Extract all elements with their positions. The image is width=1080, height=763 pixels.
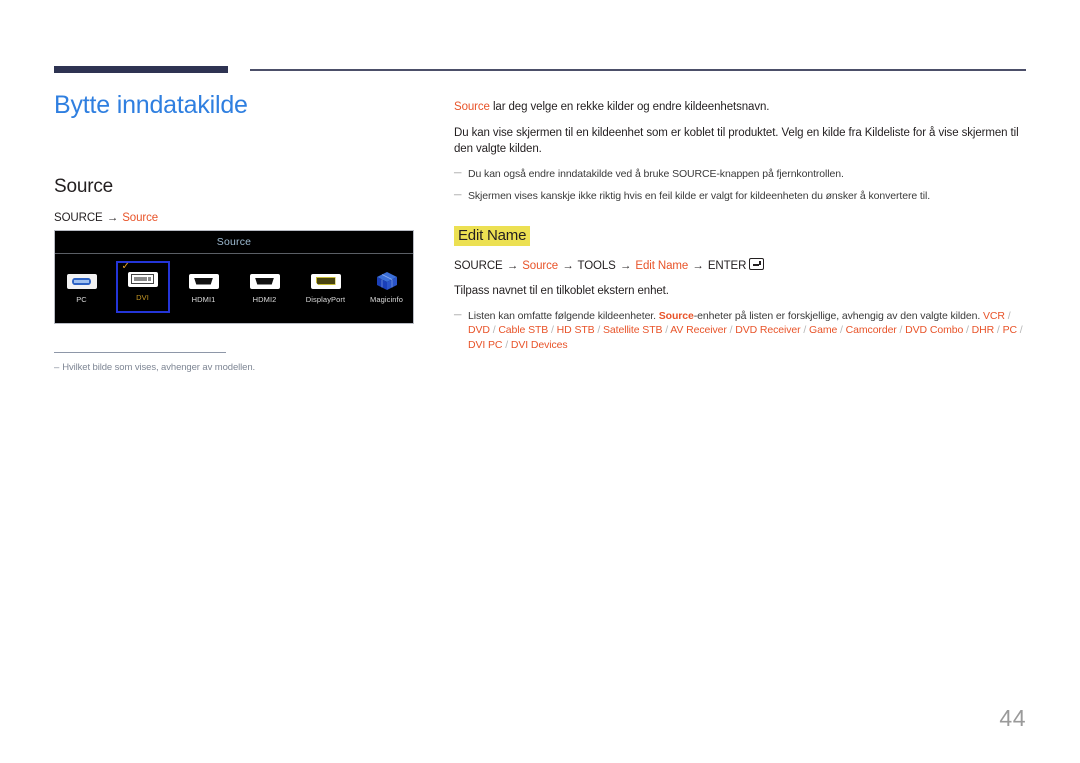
- enter-key-icon: [749, 257, 765, 270]
- note-item-1: ─ Du kan også endre inndatakilde ved å br…: [454, 167, 1026, 181]
- device-separator: /: [726, 324, 736, 337]
- edit-name-heading: Edit Name: [454, 225, 531, 246]
- source-item-pc[interactable]: PC: [57, 263, 107, 304]
- source-item-label: DVI: [136, 293, 149, 302]
- magicinfo-cube-icon: [362, 271, 412, 291]
- note-dash-icon: ─: [454, 188, 462, 201]
- footnote-dash-icon: –: [54, 362, 60, 373]
- source-item-magicinfo[interactable]: Magicinfo: [362, 263, 412, 304]
- footnote-text: Hvilket bilde som vises, avhenger av mod…: [62, 362, 256, 373]
- device-separator: /: [896, 324, 906, 337]
- device-name: DVD Receiver: [735, 324, 801, 337]
- note-dash-icon: ─: [454, 167, 462, 180]
- list-note-part2: -enheter på listen er forskjellige, avhe…: [693, 309, 981, 322]
- breadcrumb-enter: ENTER: [707, 259, 747, 272]
- source-item-label: HDMI1: [191, 295, 216, 304]
- intro-paragraph: Source lar deg velge en rekke kilder og …: [454, 99, 1026, 116]
- device-name: DVD: [468, 324, 490, 337]
- check-icon: ✓: [121, 261, 130, 272]
- device-separator: /: [1016, 324, 1023, 337]
- breadcrumb-arrow-icon: →: [619, 259, 632, 272]
- breadcrumb-edit-name: Edit Name: [635, 259, 689, 272]
- device-name: DHR: [971, 324, 995, 337]
- source-item-displayport[interactable]: DisplayPort: [301, 263, 351, 304]
- device-name: Camcorder: [845, 324, 897, 337]
- intro-accent-term: Source: [454, 101, 490, 113]
- breadcrumb-source-menu: Source: [522, 259, 559, 272]
- hdmi-plug-icon: [240, 271, 290, 291]
- header-divider-line: [250, 69, 1026, 71]
- note-text: Skjermen vises kanskje ikke riktig hvis …: [468, 189, 931, 202]
- device-separator: /: [548, 324, 557, 337]
- device-separator: /: [800, 324, 810, 337]
- device-name: Cable STB: [498, 324, 549, 337]
- breadcrumb-target: Source: [122, 211, 159, 224]
- note-item-2: ─ Skjermen vises kanskje ikke riktig hvis…: [454, 189, 1026, 203]
- hdmi-plug-icon: [179, 271, 229, 291]
- page-number: 44: [999, 705, 1026, 731]
- list-note-part1: Listen kan omfatte følgende kildeenheter…: [468, 309, 659, 322]
- note-item-3: ─ Listen kan omfatte følgende kildeenhete…: [454, 309, 1026, 353]
- source-item-dvi[interactable]: ✓ DVI: [115, 261, 170, 313]
- device-separator: /: [594, 324, 604, 337]
- device-separator: /: [963, 324, 972, 337]
- source-item-label: Magicinfo: [370, 295, 403, 304]
- edit-name-breadcrumb: SOURCE → Source → TOOLS → Edit Name → EN…: [454, 257, 1026, 272]
- breadcrumb-tools: TOOLS: [577, 259, 616, 272]
- osd-title: Source: [55, 231, 413, 254]
- source-item-label: DisplayPort: [305, 295, 346, 304]
- device-name: Satellite STB: [603, 324, 663, 337]
- device-name: AV Receiver: [670, 324, 727, 337]
- list-note-accent: Source: [658, 309, 694, 322]
- right-column: Source lar deg velge en rekke kilder og …: [454, 99, 1026, 360]
- page-title: Bytte inndatakilde: [54, 91, 248, 119]
- device-name: DVI PC: [468, 339, 503, 352]
- device-name: DVD Combo: [905, 324, 964, 337]
- source-item-label: PC: [76, 295, 87, 304]
- header-accent-bar: [54, 66, 228, 73]
- menu-path-breadcrumb: SOURCE → Source: [54, 212, 434, 224]
- device-name: DVI Devices: [510, 339, 568, 352]
- osd-source-list: PC ✓ DVI HDMI1 HDMI2 DisplayPort Magicin…: [55, 254, 413, 313]
- breadcrumb-arrow-icon: →: [562, 259, 574, 272]
- source-item-hdmi2[interactable]: HDMI2: [240, 263, 290, 304]
- device-name: Game: [809, 324, 838, 337]
- device-separator: /: [837, 324, 846, 337]
- breadcrumb-arrow-icon: →: [106, 211, 119, 224]
- left-column: Bytte inndatakilde Source SOURCE → Sourc…: [54, 91, 434, 224]
- footnote-divider: [54, 352, 226, 353]
- breadcrumb-root: SOURCE: [54, 211, 103, 224]
- device-name: PC: [1002, 324, 1017, 337]
- description-paragraph: Du kan vise skjermen til en kildeenhet s…: [454, 126, 1019, 156]
- vga-plug-icon: [57, 271, 107, 291]
- breadcrumb-arrow-icon: →: [692, 259, 704, 272]
- footnote: – Hvilket bilde som vises, avhenger av mo…: [54, 362, 434, 373]
- section-title: Source: [54, 175, 114, 197]
- device-name: VCR: [983, 309, 1005, 322]
- note-text: Du kan også endre inndatakilde ved å bru…: [468, 168, 844, 181]
- source-item-label: HDMI2: [252, 295, 277, 304]
- device-separator: /: [1004, 309, 1011, 322]
- device-separator: /: [994, 324, 1003, 337]
- note-dash-icon: ─: [454, 308, 462, 321]
- intro-rest-text: lar deg velge en rekke kilder og endre k…: [489, 101, 770, 113]
- device-separator: /: [502, 339, 511, 352]
- displayport-plug-icon: [301, 271, 351, 291]
- source-item-hdmi1[interactable]: HDMI1: [179, 263, 229, 304]
- dvi-plug-icon: [118, 269, 168, 289]
- source-osd-panel: Source PC ✓ DVI HDMI1 HDMI2 DisplayPort …: [54, 230, 414, 324]
- breadcrumb-source-button: SOURCE: [454, 259, 503, 272]
- device-name: HD STB: [556, 324, 595, 337]
- breadcrumb-arrow-icon: →: [506, 259, 519, 272]
- edit-name-description: Tilpass navnet til en tilkoblet ekstern …: [454, 284, 669, 297]
